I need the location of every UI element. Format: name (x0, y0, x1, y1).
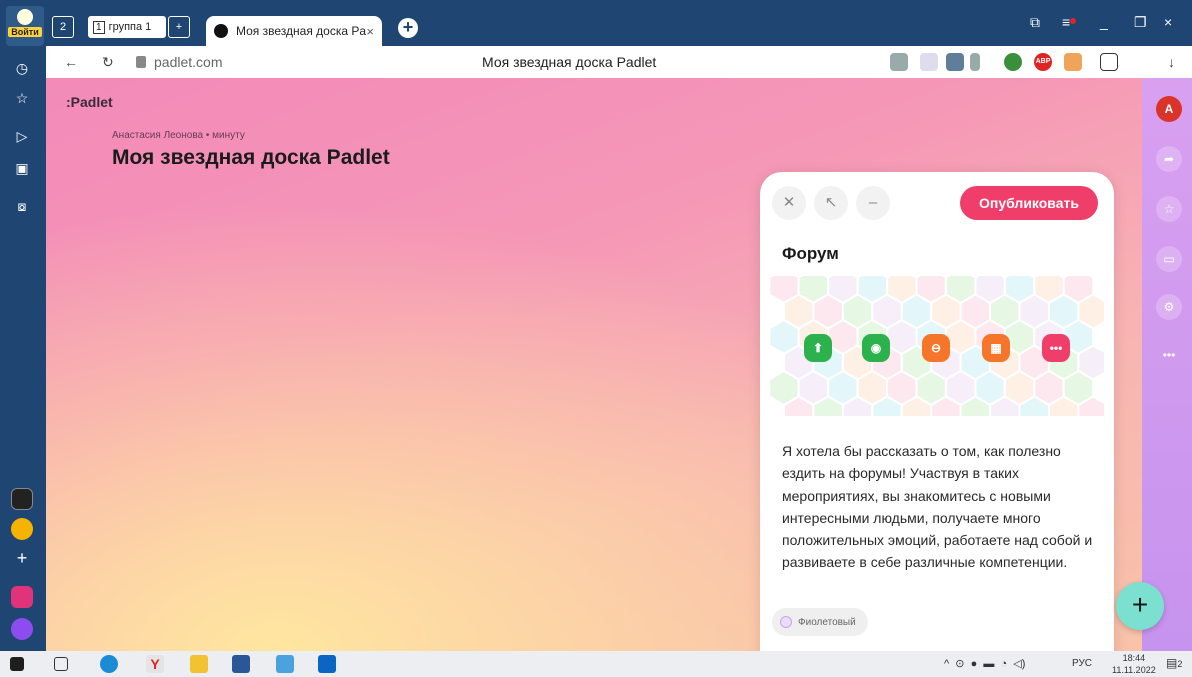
tab-groups-button[interactable]: 2 (52, 16, 74, 38)
translate-icon[interactable] (890, 53, 908, 71)
notification-center-icon[interactable]: ▤2 (1166, 656, 1182, 672)
yandex-browser-icon[interactable]: Y (146, 655, 164, 673)
expand-composer-button[interactable]: ↖ (814, 186, 848, 220)
address-page-title: Моя звездная доска Padlet (482, 54, 657, 70)
notification-count: 2 (1177, 659, 1183, 669)
task-view-icon[interactable] (54, 657, 68, 671)
image-search-icon[interactable]: ▦ (982, 334, 1010, 362)
windows-start-icon[interactable] (10, 657, 24, 671)
back-button[interactable]: ← (64, 54, 78, 70)
file-explorer-icon[interactable] (190, 655, 208, 673)
close-composer-button[interactable]: ✕ (772, 186, 806, 220)
extension-icon[interactable] (1064, 53, 1082, 71)
new-tab-group-icon[interactable]: + (168, 16, 190, 38)
tab-group-name: группа 1 (108, 21, 152, 33)
download-button[interactable]: ↓ (1168, 54, 1175, 70)
post-body-field[interactable]: Я хотела бы рассказать о том, как полезн… (782, 440, 1100, 574)
url-field[interactable]: padlet.com (154, 54, 222, 70)
new-tab-button[interactable]: + (398, 18, 418, 38)
clock-date: 11.11.2022 (1112, 665, 1156, 675)
play-icon[interactable]: ▷ (12, 126, 32, 146)
protect-icon[interactable] (1100, 53, 1118, 71)
menu-icon[interactable]: ≡ (1062, 14, 1070, 30)
link-icon[interactable]: ⊖ (922, 334, 950, 362)
tab-group-number: 1 (93, 20, 105, 34)
star-icon[interactable]: ☆ (1156, 196, 1182, 222)
app-icon[interactable] (11, 518, 33, 540)
screenshot-icon[interactable]: ⧇ (12, 196, 32, 216)
browser-tab-bar: Войти 2 1 группа 1 + Моя звездная доска … (0, 0, 1192, 46)
board-title: Моя звездная доска Padlet (112, 146, 390, 169)
word-icon[interactable] (232, 655, 250, 673)
bookmark-collections-icon[interactable]: ⧉ (1030, 14, 1040, 31)
tab-groups-count: 2 (59, 21, 67, 33)
board-meta: Анастасия Леонова • минуту (112, 130, 245, 141)
extension-icon[interactable] (1004, 53, 1022, 71)
windows-taskbar: Y ^ ⊙ ● ▬ ◔ ◁) РУС 18:44 11.11.2022 ▤2 (0, 651, 1192, 677)
board-actions-strip: A ➦ ☆ ▭ ⚙ ••• (1142, 78, 1192, 651)
assistant-icon[interactable] (11, 618, 33, 640)
publish-button[interactable]: Опубликовать (960, 186, 1098, 220)
attachment-picker: ⬆ ◉ ⊖ ▦ ••• (768, 267, 1109, 432)
tab-padlet[interactable]: Моя звездная доска Pa × (206, 16, 382, 46)
alice-icon[interactable] (11, 586, 33, 608)
settings-icon[interactable]: ⚙ (1156, 294, 1182, 320)
bookmark-icon[interactable] (970, 53, 980, 71)
color-swatch-icon (780, 616, 792, 628)
avatar[interactable]: A (1156, 96, 1182, 122)
tab-group-1[interactable]: 1 группа 1 (88, 16, 166, 38)
upload-icon[interactable]: ⬆ (804, 334, 832, 362)
menu-notification-dot-icon (1070, 18, 1076, 24)
post-composer: ✕ ↖ – Опубликовать Форум ⬆ ◉ ⊖ ▦ ••• Я х… (760, 172, 1114, 662)
share-icon[interactable]: ➦ (1156, 146, 1182, 172)
browser-sidebar: ◷ ☆ ▷ ▣ ⧇ + (0, 46, 46, 651)
slideshow-icon[interactable]: ▭ (1156, 246, 1182, 272)
padlet-favicon-icon (214, 24, 228, 38)
photos-icon[interactable] (276, 655, 294, 673)
minimize-composer-button[interactable]: – (856, 186, 890, 220)
favorites-icon[interactable]: ☆ (12, 88, 32, 108)
camera-app-icon[interactable] (11, 488, 33, 510)
input-language[interactable]: РУС (1072, 658, 1092, 669)
add-app-icon[interactable]: + (12, 548, 32, 568)
clock-time: 18:44 (1122, 653, 1146, 663)
close-window-button[interactable]: × (1164, 14, 1172, 30)
user-icon (17, 9, 33, 25)
login-label: Войти (8, 27, 42, 37)
address-bar: ← ↻ padlet.com Моя звездная доска Padlet… (46, 46, 1192, 78)
more-attachments-icon[interactable]: ••• (1042, 334, 1070, 362)
color-label: Фиолетовый (798, 616, 856, 628)
app-icon[interactable] (318, 655, 336, 673)
restore-button[interactable]: ❐ (1134, 14, 1147, 31)
adblock-icon[interactable]: ABP (1034, 53, 1052, 71)
clock[interactable]: 18:44 11.11.2022 (1112, 652, 1156, 676)
reader-icon[interactable] (946, 53, 964, 71)
history-icon[interactable]: ◷ (12, 58, 32, 78)
tabs-icon[interactable] (920, 53, 938, 71)
more-icon[interactable]: ••• (1156, 342, 1182, 368)
tab-title: Моя звездная доска Pa (236, 24, 367, 38)
reload-button[interactable]: ↻ (102, 54, 114, 71)
camera-icon[interactable]: ◉ (862, 334, 890, 362)
tab-close-icon[interactable]: × (366, 24, 374, 39)
login-button[interactable]: Войти (6, 6, 44, 46)
minimize-button[interactable]: _ (1100, 14, 1108, 30)
padlet-logo[interactable]: :Padlet (66, 94, 113, 110)
lock-icon (136, 56, 146, 68)
post-subject-field[interactable]: Форум (782, 244, 839, 264)
color-selector[interactable]: Фиолетовый (772, 608, 868, 636)
system-tray[interactable]: ^ ⊙ ● ▬ ◔ ◁) (944, 657, 1025, 670)
add-post-button[interactable]: + (1116, 582, 1164, 630)
calendar-icon[interactable]: ▣ (12, 158, 32, 178)
edge-icon[interactable] (100, 655, 118, 673)
